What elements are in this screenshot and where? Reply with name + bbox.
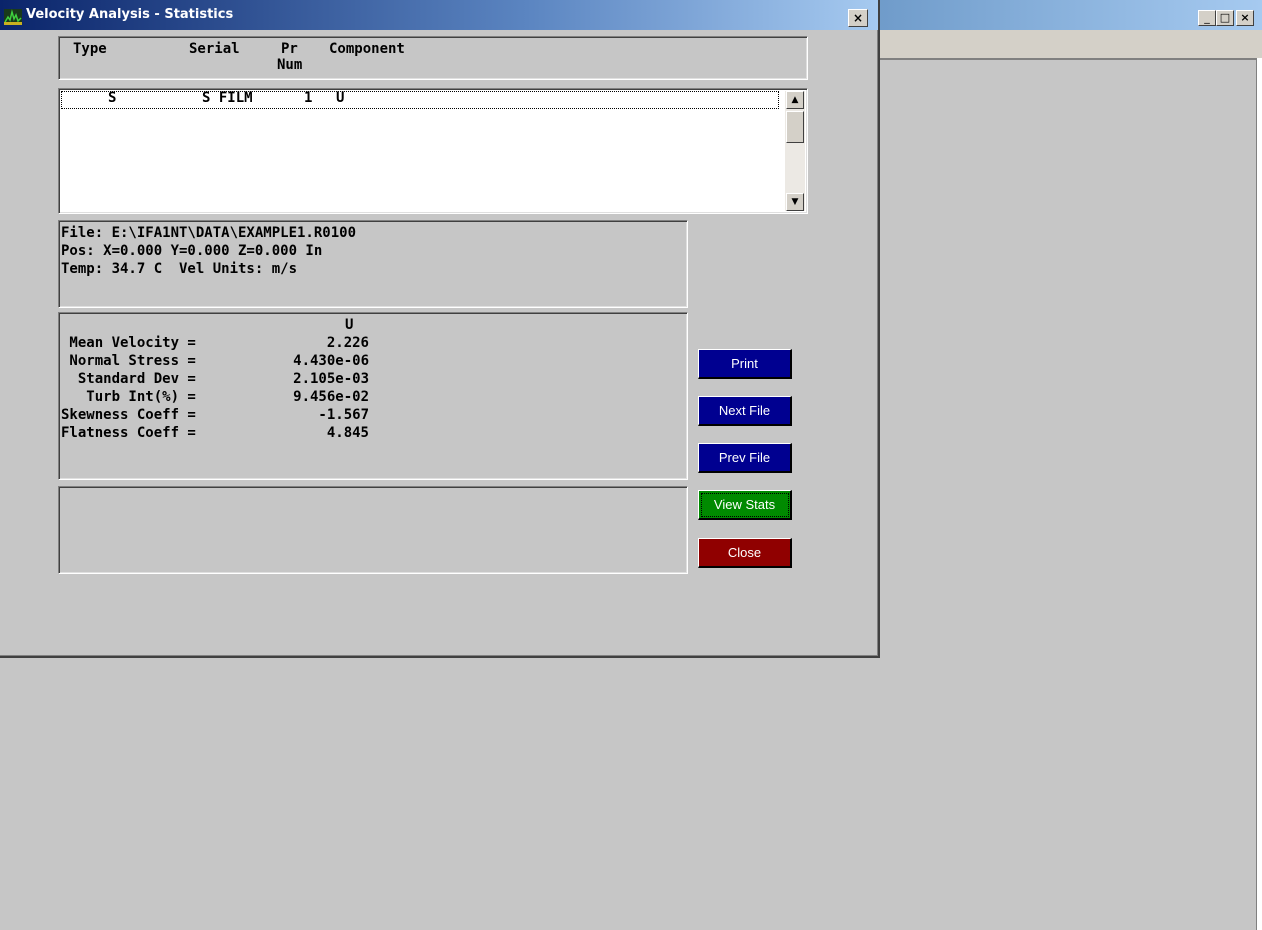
scroll-down-icon[interactable]: ▼ bbox=[786, 193, 804, 211]
close-icon[interactable]: × bbox=[848, 9, 868, 27]
stat-label: Skewness Coeff = bbox=[61, 407, 196, 423]
view-stats-button[interactable]: View Stats bbox=[698, 490, 792, 520]
scroll-up-icon[interactable]: ▲ bbox=[786, 91, 804, 109]
close-button[interactable]: Close bbox=[698, 538, 792, 568]
app-logo-icon[interactable] bbox=[4, 9, 22, 25]
temperature-info: Temp: 34.7 C Vel Units: m/s bbox=[61, 261, 298, 277]
prev-file-button[interactable]: Prev File bbox=[698, 443, 792, 473]
maximize-icon[interactable]: □ bbox=[1216, 10, 1234, 26]
scroll-thumb[interactable] bbox=[786, 111, 804, 143]
statistics-dialog: Velocity Analysis - Statistics × Type Se… bbox=[0, 0, 880, 658]
position-info: Pos: X=0.000 Y=0.000 Z=0.000 In bbox=[61, 243, 323, 259]
dialog-title-bar[interactable]: Velocity Analysis - Statistics × bbox=[0, 0, 878, 30]
row-pr-num: 1 bbox=[304, 90, 313, 106]
header-serial: Serial bbox=[189, 41, 240, 57]
row-type: S bbox=[108, 90, 117, 106]
parent-menu-bar bbox=[878, 30, 1262, 60]
stat-label: Flatness Coeff = bbox=[61, 425, 196, 441]
print-button[interactable]: Print bbox=[698, 349, 792, 379]
stat-value: 2.105e-03 bbox=[293, 371, 369, 387]
list-header: Type Serial Pr Num Component bbox=[58, 36, 808, 80]
header-pr: Pr bbox=[281, 41, 298, 57]
stat-value: 4.845 bbox=[326, 425, 369, 441]
header-type: Type bbox=[73, 41, 107, 57]
header-num: Num bbox=[277, 57, 303, 73]
row-component: U bbox=[336, 90, 345, 106]
file-path: File: E:\IFA1NT\DATA\EXAMPLE1.R0100 bbox=[61, 225, 357, 241]
stat-value: -1.567 bbox=[318, 407, 369, 423]
stat-label: Normal Stress = bbox=[61, 353, 196, 369]
parent-window-edge bbox=[1256, 58, 1262, 930]
file-info-panel: File: E:\IFA1NT\DATA\EXAMPLE1.R0100 Pos:… bbox=[58, 220, 688, 308]
stat-value: 9.456e-02 bbox=[293, 389, 369, 405]
statistics-panel: U Mean Velocity = 2.226 Normal Stress = … bbox=[58, 312, 688, 480]
stat-label: Turb Int(%) = bbox=[61, 389, 196, 405]
list-item[interactable]: S S FILM 1 U bbox=[61, 90, 779, 109]
message-panel bbox=[58, 486, 688, 574]
stat-value: 4.430e-06 bbox=[293, 353, 369, 369]
stat-value: 2.226 bbox=[326, 335, 369, 351]
row-serial: S FILM bbox=[202, 90, 253, 106]
stats-column-header: U bbox=[345, 317, 354, 333]
list-scrollbar[interactable]: ▲ ▼ bbox=[785, 91, 805, 211]
dialog-title: Velocity Analysis - Statistics bbox=[26, 7, 234, 22]
next-file-button[interactable]: Next File bbox=[698, 396, 792, 426]
probe-list[interactable]: S S FILM 1 U ▲ ▼ bbox=[58, 88, 808, 214]
header-component: Component bbox=[329, 41, 405, 57]
minimize-icon[interactable]: _ bbox=[1198, 10, 1216, 26]
parent-close-icon[interactable]: × bbox=[1236, 10, 1254, 26]
stat-label: Mean Velocity = bbox=[61, 335, 196, 351]
stat-label: Standard Dev = bbox=[61, 371, 196, 387]
